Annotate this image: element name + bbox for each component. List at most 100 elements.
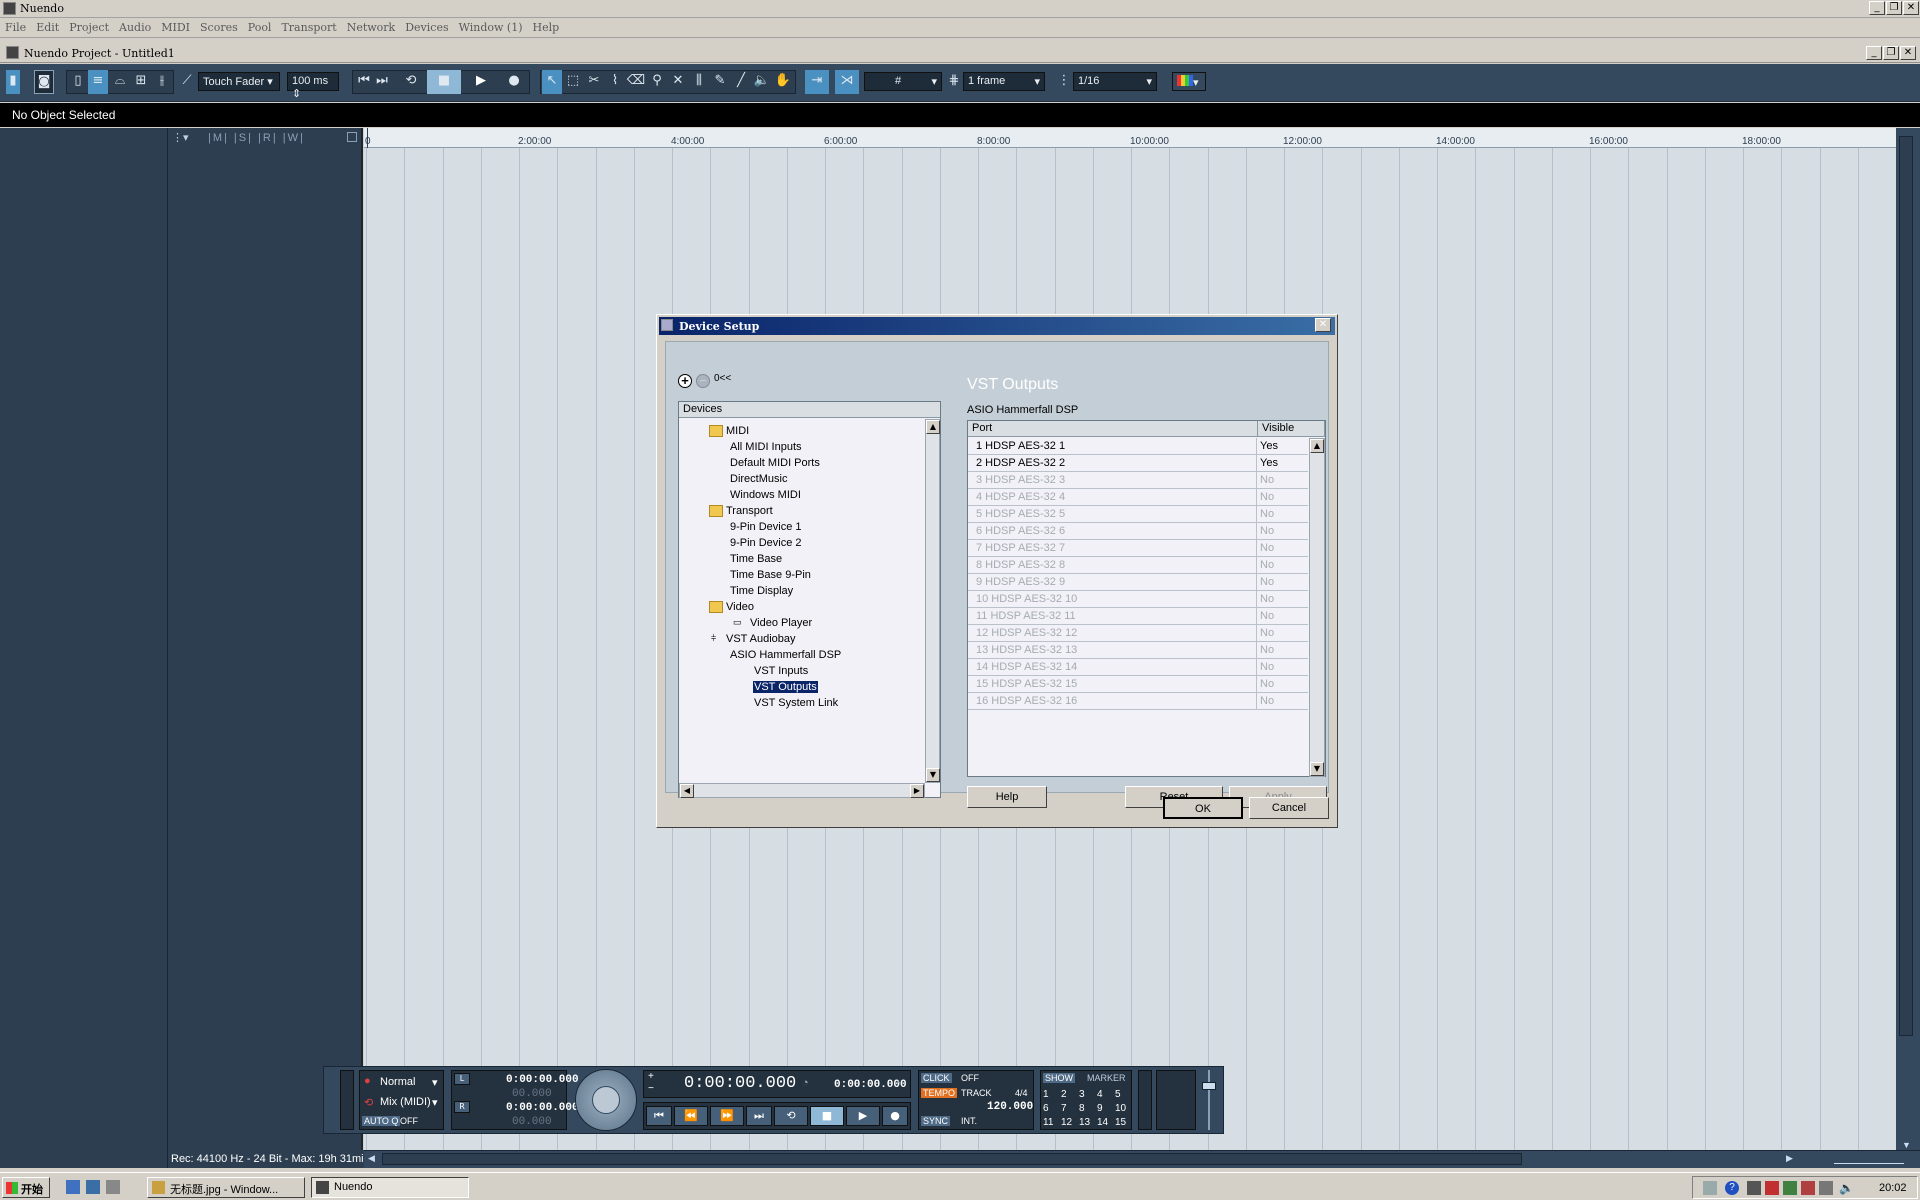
tray-app-icon[interactable]	[1819, 1181, 1833, 1195]
range-select-tool-icon[interactable]: ⬚	[563, 70, 583, 94]
cycle-mode-dropdown-icon[interactable]: ▾	[432, 1096, 438, 1109]
scrub-tool-icon[interactable]: ✋	[773, 70, 793, 94]
auto-quantize-label[interactable]: AUTO Q	[362, 1116, 401, 1126]
column-header-visible[interactable]: Visible	[1258, 421, 1325, 437]
tree-scroll-up-icon[interactable]: ▲	[926, 420, 940, 434]
show-desktop-icon[interactable]	[66, 1180, 80, 1194]
menu-pool[interactable]: Pool	[243, 18, 277, 34]
transport-start-icon[interactable]: ⏮	[646, 1106, 672, 1126]
snap-type-dropdown[interactable]: # ▾	[864, 72, 942, 91]
project-close-icon[interactable]: ✕	[1900, 46, 1916, 60]
menu-scores[interactable]: Scores	[195, 18, 243, 34]
record-icon[interactable]: ●	[500, 70, 528, 94]
tray-hdsp-icon[interactable]	[1783, 1181, 1797, 1195]
click-label[interactable]: CLICK	[921, 1073, 952, 1083]
menu-window[interactable]: Window (1)	[454, 18, 528, 34]
right-locator-value[interactable]: 0:00:00.000	[506, 1102, 579, 1114]
show-pool-icon[interactable]: ⊞	[131, 70, 151, 94]
marker-button[interactable]: 2	[1061, 1089, 1067, 1100]
tree-item-default-midi-ports[interactable]: Default MIDI Ports	[730, 457, 820, 469]
tray-volume-icon[interactable]: 🔈	[1839, 1181, 1854, 1195]
left-locator-icon[interactable]: L	[454, 1073, 470, 1085]
port-visible-value[interactable]: No	[1260, 678, 1274, 690]
jog-shuttle-wheel[interactable]	[575, 1069, 637, 1131]
devices-tree[interactable]: Devices MIDI All MIDI Inputs Default MID…	[678, 401, 941, 798]
ports-scroll-down-icon[interactable]: ▼	[1310, 762, 1324, 776]
marker-button[interactable]: 6	[1043, 1103, 1049, 1114]
master-volume-slider[interactable]	[1200, 1070, 1218, 1130]
port-visible-value[interactable]: No	[1260, 644, 1274, 656]
zoom-tool-icon[interactable]: ⚲	[647, 70, 667, 94]
marker-button[interactable]: 1	[1043, 1089, 1049, 1100]
cycle-mode-value[interactable]: Mix (MIDI)	[380, 1096, 431, 1108]
scroll-left-icon[interactable]: ◀	[368, 1153, 375, 1164]
ports-scroll-up-icon[interactable]: ▲	[1310, 439, 1324, 453]
quick-launch-icon[interactable]	[86, 1180, 100, 1194]
menu-midi[interactable]: MIDI	[156, 18, 195, 34]
global-track-controls[interactable]: |M| |S| |R| |W|	[208, 132, 305, 144]
transport-record-icon[interactable]: ●	[882, 1106, 908, 1126]
tree-item-asio-hammerfall[interactable]: ASIO Hammerfall DSP	[730, 649, 841, 661]
tree-scroll-right-icon[interactable]: ▶	[910, 784, 924, 798]
nudge-plus-icon[interactable]: +	[648, 1071, 654, 1082]
help-button[interactable]: Help	[967, 786, 1047, 808]
zoom-slider[interactable]	[1834, 1152, 1904, 1164]
split-tool-icon[interactable]: ✂	[584, 70, 604, 94]
line-tool-icon[interactable]: ╱	[731, 70, 751, 94]
tray-device-icon[interactable]	[1747, 1181, 1761, 1195]
play-icon[interactable]: ▶	[464, 70, 498, 94]
secondary-format-icon[interactable]: ◔	[894, 1077, 901, 1089]
menu-devices[interactable]: Devices	[400, 18, 453, 34]
cycle-icon[interactable]: ⟲	[398, 70, 424, 94]
tray-ati-icon[interactable]	[1765, 1181, 1779, 1195]
jog-knob[interactable]	[592, 1086, 620, 1114]
mute-tool-icon[interactable]: ✕	[668, 70, 688, 94]
tree-item-windows-midi[interactable]: Windows MIDI	[730, 489, 801, 501]
minimize-icon[interactable]: _	[1869, 1, 1885, 15]
snap-icon[interactable]: ⋊	[835, 70, 859, 94]
port-visible-value[interactable]: No	[1260, 508, 1274, 520]
tree-item-time-base-9pin[interactable]: Time Base 9-Pin	[730, 569, 811, 581]
marker-button[interactable]: 4	[1097, 1089, 1103, 1100]
tree-item-time-base[interactable]: Time Base	[730, 553, 782, 565]
preroll-field[interactable]: 100 ms ⇕	[287, 72, 339, 100]
tree-scroll-down-icon[interactable]: ▼	[926, 768, 940, 782]
show-inspector-icon[interactable]: ▯	[68, 70, 88, 94]
port-visible-value[interactable]: No	[1260, 559, 1274, 571]
project-restore-icon[interactable]: ❐	[1883, 46, 1899, 60]
column-header-port[interactable]: Port	[968, 421, 1258, 437]
transport-stop-icon[interactable]: ■	[810, 1106, 844, 1126]
tree-item-video-player[interactable]: Video Player	[750, 617, 812, 629]
tree-item-9pin-device-1[interactable]: 9-Pin Device 1	[730, 521, 802, 533]
port-row[interactable]: 10 HDSP AES-32 10 No	[968, 591, 1308, 608]
dialog-close-icon[interactable]: ✕	[1315, 318, 1331, 332]
tree-item-directmusic[interactable]: DirectMusic	[730, 473, 787, 485]
tree-scroll-left-icon[interactable]: ◀	[680, 784, 694, 798]
reset-device-icon[interactable]: 0<<	[714, 373, 731, 389]
add-device-icon[interactable]: +	[678, 374, 692, 388]
timeline-ruler[interactable]: 0 2:00:00 4:00:00 6:00:00 8:00:00 10:00:…	[364, 128, 1896, 148]
goto-end-icon[interactable]: ⏭	[372, 70, 392, 94]
nudge-minus-icon[interactable]: −	[648, 1083, 654, 1094]
port-row[interactable]: 16 HDSP AES-32 16 No	[968, 693, 1308, 710]
port-visible-value[interactable]: Yes	[1260, 440, 1278, 452]
ports-table[interactable]: Port Visible 1 HDSP AES-32 1 Yes 2 HDSP AE…	[967, 420, 1326, 777]
show-markers-button[interactable]: SHOW	[1043, 1073, 1075, 1083]
task-nuendo[interactable]: Nuendo	[311, 1177, 469, 1198]
tree-item-vst-system-link[interactable]: VST System Link	[754, 697, 838, 709]
restore-icon[interactable]: ❐	[1886, 1, 1902, 15]
start-button[interactable]: 开始	[2, 1177, 50, 1198]
tree-item-vst-outputs[interactable]: VST Outputs	[753, 681, 818, 693]
marker-button[interactable]: 3	[1079, 1089, 1085, 1100]
quantize-dropdown[interactable]: 1/16 ▾	[1073, 72, 1157, 91]
tempo-label[interactable]: TEMPO	[921, 1088, 958, 1098]
port-row[interactable]: 5 HDSP AES-32 5 No	[968, 506, 1308, 523]
goto-start-icon[interactable]: ⏮	[354, 70, 374, 94]
record-mode-dropdown-icon[interactable]: ▾	[432, 1076, 438, 1089]
tray-help-icon[interactable]: ?	[1725, 1181, 1739, 1195]
time-warp-tool-icon[interactable]: ⫼	[689, 70, 709, 94]
track-menu-icon[interactable]: ⋮▾	[172, 131, 189, 144]
marker-button[interactable]: 5	[1115, 1089, 1121, 1100]
port-row[interactable]: 11 HDSP AES-32 11 No	[968, 608, 1308, 625]
tree-horizontal-scrollbar[interactable]: ◀ ▶	[679, 783, 925, 798]
